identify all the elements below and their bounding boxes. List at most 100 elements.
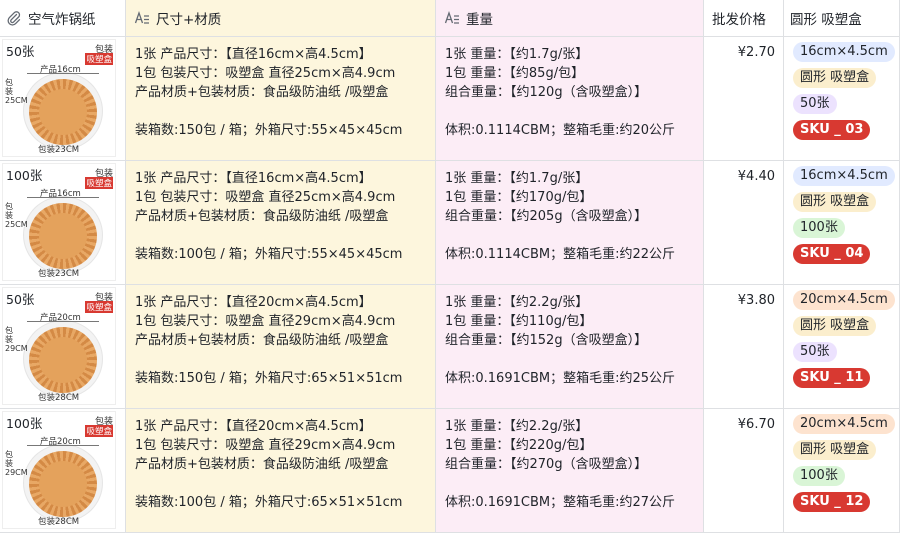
tags-cell[interactable]: 20cm×4.5cm 圆形 吸塑盒 100张 SKU _ 12 <box>784 409 900 533</box>
table-row[interactable]: 50张 包装 吸塑盒 产品16cm 包装25CM 包装23CM 1张 产品尺寸：… <box>0 37 900 161</box>
thumb-qty: 100张 <box>6 416 43 431</box>
header-weight[interactable]: 重量 <box>436 0 704 37</box>
thumb-size: 产品20cm <box>40 313 81 323</box>
thumb-qty: 50张 <box>6 292 35 307</box>
weight-line: 1张 重量：【约1.7g/张】 <box>445 171 589 186</box>
weight-cell[interactable]: 1张 重量：【约1.7g/张】 1包 重量：【约85g/包】 组合重量：【约12… <box>436 37 704 161</box>
header-tags[interactable]: 圆形 吸塑盒 <box>784 0 900 37</box>
size-line: 产品材质+包装材质：食品级防油纸 /吸塑盒 <box>135 457 389 472</box>
qty-tag[interactable]: 50张 <box>793 342 837 362</box>
text-field-icon <box>134 10 150 26</box>
weight-line: 组合重量：【约205g（含吸塑盒）】 <box>445 209 648 224</box>
size-cell[interactable]: 1张 产品尺寸：【直径20cm×高4.5cm】 1包 包装尺寸：吸塑盒 直径29… <box>126 409 436 533</box>
price-cell[interactable]: ¥2.70 <box>704 37 784 161</box>
product-thumbnail[interactable]: 100张 包装 吸塑盒 产品16cm 包装25CM 包装23CM <box>2 163 116 281</box>
image-cell[interactable]: 100张 包装 吸塑盒 产品20cm 包装29CM 包装28CM <box>0 409 126 533</box>
image-cell[interactable]: 50张 包装 吸塑盒 产品16cm 包装25CM 包装23CM <box>0 37 126 161</box>
size-cell[interactable]: 1张 产品尺寸：【直径16cm×高4.5cm】 1包 包装尺寸：吸塑盒 直径25… <box>126 37 436 161</box>
size-line: 装箱数:100包 / 箱；外箱尺寸:55×45×45cm <box>135 247 403 262</box>
thumb-vertical: 包装25CM <box>5 202 28 229</box>
thumb-pack-red: 吸塑盒 <box>85 425 113 437</box>
weight-line: 组合重量：【约270g（含吸塑盒）】 <box>445 457 648 472</box>
thumb-bottom: 包装23CM <box>38 145 80 155</box>
size-line: 1包 包装尺寸：吸塑盒 直径29cm×高4.9cm <box>135 438 396 453</box>
package-tag[interactable]: 圆形 吸塑盒 <box>793 440 877 460</box>
size-line: 1张 产品尺寸：【直径16cm×高4.5cm】 <box>135 47 372 62</box>
size-line: 装箱数:150包 / 箱；外箱尺寸:55×45×45cm <box>135 123 403 138</box>
text-field-icon <box>444 10 460 26</box>
size-line: 1张 产品尺寸：【直径20cm×高4.5cm】 <box>135 295 372 310</box>
liner-center <box>39 89 87 135</box>
price-cell[interactable]: ¥4.40 <box>704 161 784 285</box>
price-value: ¥3.80 <box>737 293 775 308</box>
sku-tag[interactable]: SKU _ 04 <box>793 244 871 264</box>
image-cell[interactable]: 50张 包装 吸塑盒 产品20cm 包装29CM 包装28CM <box>0 285 126 409</box>
sku-tag[interactable]: SKU _ 12 <box>793 492 871 512</box>
product-thumbnail[interactable]: 50张 包装 吸塑盒 产品20cm 包装29CM 包装28CM <box>2 287 116 405</box>
size-tag[interactable]: 16cm×4.5cm <box>793 166 895 186</box>
price-cell[interactable]: ¥6.70 <box>704 409 784 533</box>
table-row[interactable]: 50张 包装 吸塑盒 产品20cm 包装29CM 包装28CM 1张 产品尺寸：… <box>0 285 900 409</box>
product-thumbnail[interactable]: 100张 包装 吸塑盒 产品20cm 包装29CM 包装28CM <box>2 411 116 529</box>
price-cell[interactable]: ¥3.80 <box>704 285 784 409</box>
header-label: 圆形 吸塑盒 <box>790 12 862 28</box>
price-value: ¥4.40 <box>737 169 775 184</box>
header-attachment[interactable]: 空气炸锅纸 <box>0 0 126 37</box>
size-line: 产品材质+包装材质：食品级防油纸 /吸塑盒 <box>135 85 389 100</box>
size-cell[interactable]: 1张 产品尺寸：【直径20cm×高4.5cm】 1包 包装尺寸：吸塑盒 直径29… <box>126 285 436 409</box>
image-cell[interactable]: 100张 包装 吸塑盒 产品16cm 包装25CM 包装23CM <box>0 161 126 285</box>
package-tag[interactable]: 圆形 吸塑盒 <box>793 316 877 336</box>
size-tag[interactable]: 20cm×4.5cm <box>793 414 895 434</box>
table-row[interactable]: 100张 包装 吸塑盒 产品20cm 包装29CM 包装28CM 1张 产品尺寸… <box>0 409 900 533</box>
weight-line: 1张 重量：【约1.7g/张】 <box>445 47 589 62</box>
header-label: 批发价格 <box>712 12 766 28</box>
weight-cell[interactable]: 1张 重量：【约2.2g/张】 1包 重量：【约110g/包】 组合重量：【约1… <box>436 285 704 409</box>
qty-tag[interactable]: 50张 <box>793 94 837 114</box>
qty-tag[interactable]: 100张 <box>793 466 845 486</box>
thumb-qty: 100张 <box>6 168 43 183</box>
weight-cell[interactable]: 1张 重量：【约2.2g/张】 1包 重量：【约220g/包】 组合重量：【约2… <box>436 409 704 533</box>
thumb-bottom: 包装28CM <box>38 517 80 527</box>
thumb-size: 产品20cm <box>40 437 81 447</box>
weight-cell[interactable]: 1张 重量：【约1.7g/张】 1包 重量：【约170g/包】 组合重量：【约2… <box>436 161 704 285</box>
thumb-vertical: 包装25CM <box>5 78 28 105</box>
price-value: ¥6.70 <box>737 417 775 432</box>
sku-tag[interactable]: SKU _ 11 <box>793 368 871 388</box>
table-header: 空气炸锅纸 尺寸+材质 重量 批发价格 圆形 吸塑盒 <box>0 0 900 37</box>
weight-line: 1张 重量：【约2.2g/张】 <box>445 295 589 310</box>
size-line: 1张 产品尺寸：【直径20cm×高4.5cm】 <box>135 419 372 434</box>
product-table: 空气炸锅纸 尺寸+材质 重量 批发价格 圆形 吸塑盒 50张 包装 吸塑盒 产品… <box>0 0 900 533</box>
table-row[interactable]: 100张 包装 吸塑盒 产品16cm 包装25CM 包装23CM 1张 产品尺寸… <box>0 161 900 285</box>
tags-cell[interactable]: 20cm×4.5cm 圆形 吸塑盒 50张 SKU _ 11 <box>784 285 900 409</box>
sku-tag[interactable]: SKU _ 03 <box>793 120 871 140</box>
qty-tag[interactable]: 100张 <box>793 218 845 238</box>
package-tag[interactable]: 圆形 吸塑盒 <box>793 192 877 212</box>
header-label: 空气炸锅纸 <box>28 12 96 28</box>
weight-line: 体积:0.1114CBM；整箱毛重:约22公斤 <box>445 247 676 262</box>
weight-line: 1包 重量：【约220g/包】 <box>445 438 593 453</box>
thumb-bottom: 包装23CM <box>38 269 80 279</box>
header-price[interactable]: 批发价格 <box>704 0 784 37</box>
liner-center <box>39 337 87 383</box>
header-size[interactable]: 尺寸+材质 <box>126 0 436 37</box>
tags-cell[interactable]: 16cm×4.5cm 圆形 吸塑盒 50张 SKU _ 03 <box>784 37 900 161</box>
thumb-vertical: 包装29CM <box>5 326 28 353</box>
package-tag[interactable]: 圆形 吸塑盒 <box>793 68 877 88</box>
liner-center <box>39 213 87 259</box>
weight-line: 组合重量：【约152g（含吸塑盒）】 <box>445 333 648 348</box>
thumb-size: 产品16cm <box>40 189 81 199</box>
thumb-bottom: 包装28CM <box>38 393 80 403</box>
tags-cell[interactable]: 16cm×4.5cm 圆形 吸塑盒 100张 SKU _ 04 <box>784 161 900 285</box>
size-cell[interactable]: 1张 产品尺寸：【直径16cm×高4.5cm】 1包 包装尺寸：吸塑盒 直径25… <box>126 161 436 285</box>
header-label: 重量 <box>466 12 493 28</box>
size-tag[interactable]: 16cm×4.5cm <box>793 42 895 62</box>
size-tag[interactable]: 20cm×4.5cm <box>793 290 895 310</box>
liner-center <box>39 461 87 507</box>
product-thumbnail[interactable]: 50张 包装 吸塑盒 产品16cm 包装25CM 包装23CM <box>2 39 116 157</box>
weight-line: 体积:0.1691CBM；整箱毛重:约25公斤 <box>445 371 676 386</box>
